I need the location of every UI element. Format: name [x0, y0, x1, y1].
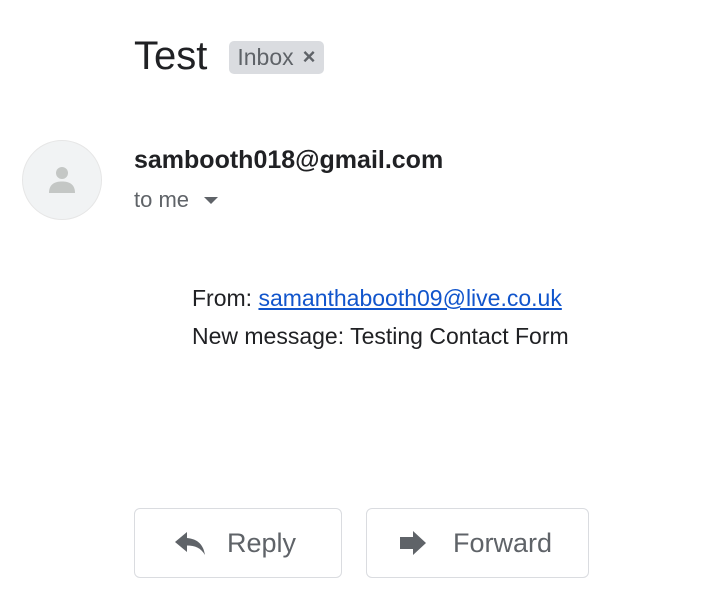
inbox-label-chip[interactable]: Inbox ×: [229, 40, 325, 74]
forward-button-label: Forward: [453, 527, 553, 558]
reply-button-label: Reply: [227, 527, 297, 558]
email-body: From: samanthabooth09@live.co.uk New mes…: [192, 279, 569, 355]
email-subject: Test: [134, 34, 208, 78]
remove-label-icon[interactable]: ×: [303, 46, 316, 68]
recipient-details-toggle[interactable]: to me: [134, 186, 219, 214]
subject-row: Test Inbox ×: [134, 30, 325, 82]
from-line: From: samanthabooth09@live.co.uk: [192, 279, 569, 317]
recipient-label: to me: [134, 187, 190, 212]
sender-address[interactable]: sambooth018@gmail.com: [134, 144, 443, 176]
avatar: [22, 140, 102, 220]
person-icon: [49, 167, 75, 193]
message-line: New message: Testing Contact Form: [192, 323, 569, 349]
reply-arrow-icon: [173, 528, 207, 558]
caret-down-icon[interactable]: [203, 196, 219, 206]
label-chip-text: Inbox: [237, 43, 294, 70]
forward-button[interactable]: Forward: [366, 508, 589, 578]
forward-arrow-icon: [396, 528, 430, 558]
reply-button[interactable]: Reply: [134, 508, 342, 578]
from-label: From:: [192, 285, 253, 311]
from-email-link[interactable]: samanthabooth09@live.co.uk: [258, 285, 561, 311]
